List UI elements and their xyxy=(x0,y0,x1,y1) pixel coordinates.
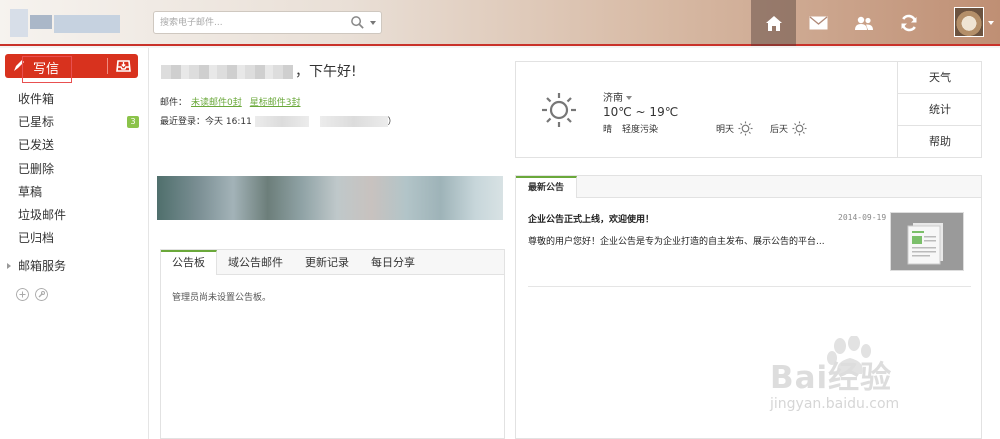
sync-button[interactable] xyxy=(886,0,931,46)
folder-label: 垃圾邮件 xyxy=(18,207,67,222)
compose-highlight xyxy=(22,56,72,83)
temperature: 10℃ ~ 19℃ xyxy=(603,105,679,119)
notice-date: 2014-09-19 xyxy=(838,213,887,222)
notice-description: 尊敬的用户您好！企业公告是专为企业打造的自主发布、展示公告的平台... xyxy=(528,237,825,247)
folder-label: 已删除 xyxy=(18,161,55,176)
folder-label: 草稿 xyxy=(18,184,43,199)
mail-button[interactable] xyxy=(796,0,841,46)
home-icon xyxy=(765,15,782,31)
contacts-button[interactable] xyxy=(841,0,886,46)
receive-mail-icon[interactable] xyxy=(116,58,131,73)
login-ip-blurred xyxy=(319,116,388,127)
logo[interactable] xyxy=(10,9,122,37)
folder-sent[interactable]: 已发送 xyxy=(0,134,148,157)
document-icon xyxy=(907,223,943,265)
last-login-label: 最近登录：今天 16:11 xyxy=(160,117,252,127)
folder-spam[interactable]: 垃圾邮件 xyxy=(0,204,148,227)
search-icon[interactable] xyxy=(350,15,365,30)
last-login: 最近登录：今天 16:11 ） xyxy=(160,114,397,127)
folder-drafts[interactable]: 草稿 xyxy=(0,181,148,204)
avatar[interactable] xyxy=(954,7,984,37)
sunny-small-icon xyxy=(738,121,753,136)
sidebar-tools xyxy=(16,288,48,301)
weather-side-tabs: 天气 统计 帮助 xyxy=(897,62,982,157)
settings-wrench-icon[interactable] xyxy=(35,288,48,301)
weather-condition: 晴轻度污染 xyxy=(603,122,658,135)
board-tabs: 公告板 域公告邮件 更新记录 每日分享 xyxy=(161,250,504,275)
tab-bulletin[interactable]: 公告板 xyxy=(161,250,217,275)
mailbox-services[interactable]: 邮箱服务 xyxy=(0,256,66,276)
add-folder-icon[interactable] xyxy=(16,288,29,301)
sunny-icon xyxy=(542,93,576,127)
greeting: ，下午好! xyxy=(295,64,357,80)
folder-archived[interactable]: 已归档 xyxy=(0,227,148,250)
starred-mail-link[interactable]: 星标邮件3封 xyxy=(250,98,301,108)
tab-statistics[interactable]: 统计 xyxy=(898,94,982,126)
notice-panel: 最新公告 企业公告正式上线，欢迎使用！ 2014-09-19 尊敬的用户您好！企… xyxy=(515,175,982,439)
sync-icon xyxy=(901,14,916,32)
city-selector[interactable]: 济南 xyxy=(603,89,632,104)
watermark-logo: Bai经验 xyxy=(770,360,893,396)
sidebar: 写信 收件箱 已星标 3 已发送 已删除 草稿 垃圾邮件 已归档 邮箱服务 xyxy=(0,48,148,439)
chevron-down-icon xyxy=(626,96,632,100)
home-button[interactable] xyxy=(751,0,796,46)
login-location-blurred xyxy=(254,116,309,127)
board-empty-text: 管理员尚未设置公告板。 xyxy=(172,293,272,303)
tab-domain-notice[interactable]: 域公告邮件 xyxy=(217,250,294,274)
air-quality: 轻度污染 xyxy=(622,125,659,135)
mail-label: 邮件： xyxy=(160,98,188,108)
folder-starred[interactable]: 已星标 3 xyxy=(0,111,148,134)
contacts-icon xyxy=(854,16,873,30)
compose-divider xyxy=(107,58,108,74)
username-blurred xyxy=(161,65,293,79)
notice-tabs: 最新公告 xyxy=(516,176,981,198)
tab-help[interactable]: 帮助 xyxy=(898,126,982,158)
tab-update-log[interactable]: 更新记录 xyxy=(294,250,360,274)
tab-daily-share[interactable]: 每日分享 xyxy=(360,250,426,274)
tomorrow-forecast: 明天 xyxy=(716,121,753,136)
compose-button[interactable]: 写信 xyxy=(5,54,138,83)
search-input[interactable] xyxy=(160,15,345,30)
last-login-suffix: ） xyxy=(387,117,397,127)
folder-label: 收件箱 xyxy=(18,92,55,106)
starred-count-badge: 3 xyxy=(127,116,139,129)
folder-list: 收件箱 已星标 3 已发送 已删除 草稿 垃圾邮件 已归档 xyxy=(0,88,148,250)
mail-icon xyxy=(809,16,828,30)
folder-label: 已归档 xyxy=(18,231,55,246)
mail-summary: 邮件： 未读邮件0封 星标邮件3封 xyxy=(160,95,300,108)
tomorrow-label: 明天 xyxy=(716,125,735,135)
banner-image[interactable] xyxy=(157,176,503,220)
unread-mail-link[interactable]: 未读邮件0封 xyxy=(191,98,242,108)
folder-deleted[interactable]: 已删除 xyxy=(0,158,148,181)
day-after-label: 后天 xyxy=(770,125,789,135)
notice-title[interactable]: 企业公告正式上线，欢迎使用！ xyxy=(528,212,654,225)
condition-text: 晴 xyxy=(603,125,613,135)
top-bar xyxy=(0,0,1000,46)
tab-latest-notice[interactable]: 最新公告 xyxy=(516,176,578,198)
folder-label: 已星标 xyxy=(18,115,55,130)
day-after-forecast: 后天 xyxy=(770,121,807,136)
avatar-dropdown-icon[interactable] xyxy=(988,21,994,25)
tab-weather[interactable]: 天气 xyxy=(898,62,982,94)
services-label: 邮箱服务 xyxy=(18,259,67,273)
search-dropdown-icon[interactable] xyxy=(370,21,376,25)
notice-thumbnail[interactable] xyxy=(890,212,964,271)
notice-divider xyxy=(528,286,971,287)
city-name: 济南 xyxy=(603,93,623,104)
search-box[interactable] xyxy=(153,11,382,34)
watermark-url: jingyan.baidu.com xyxy=(770,396,900,412)
weather-widget: 济南 10℃ ~ 19℃ 晴轻度污染 明天 后天 天气 统计 帮助 xyxy=(515,61,982,158)
sunny-small-icon xyxy=(792,121,807,136)
expand-arrow-icon xyxy=(7,263,11,269)
top-nav xyxy=(751,0,931,46)
folder-inbox[interactable]: 收件箱 xyxy=(0,88,148,111)
bulletin-board: 公告板 域公告邮件 更新记录 每日分享 管理员尚未设置公告板。 xyxy=(160,249,505,439)
folder-label: 已发送 xyxy=(18,138,55,153)
